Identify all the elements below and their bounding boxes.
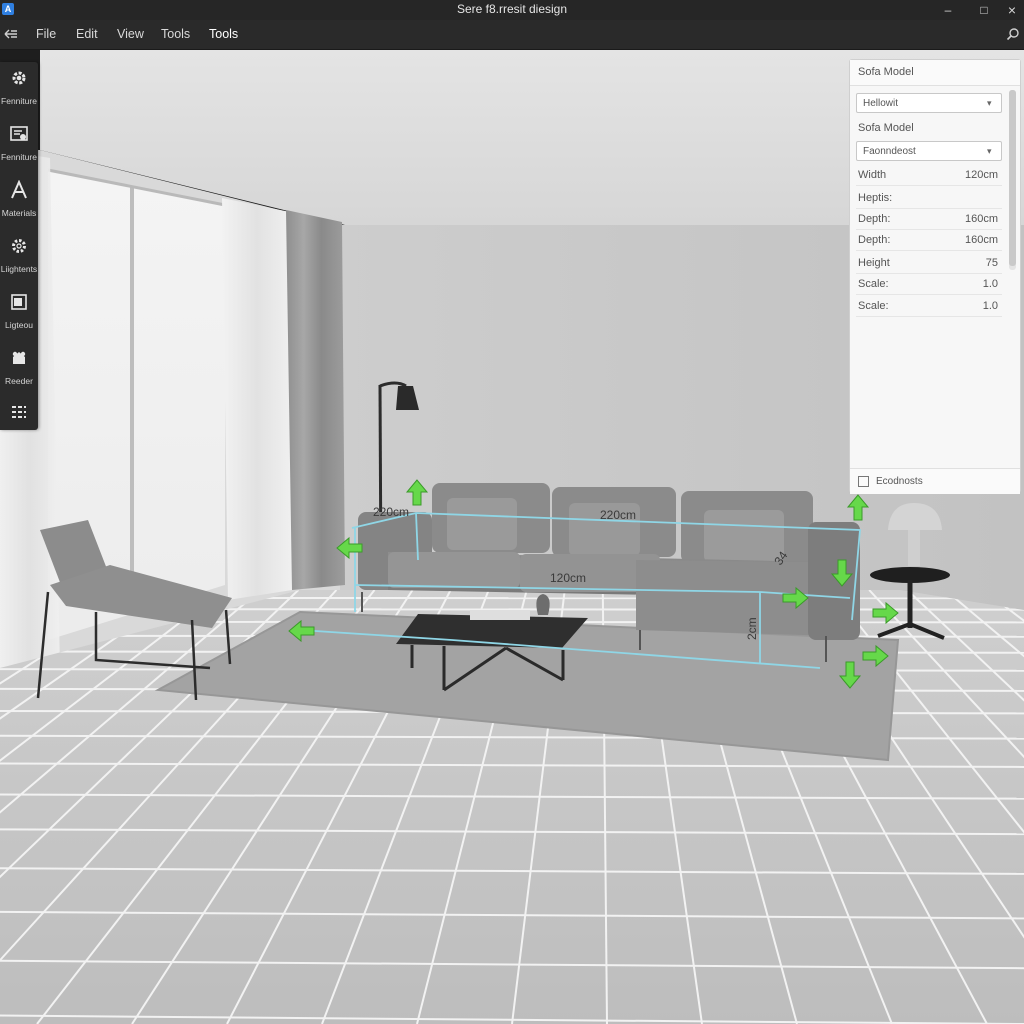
menu-view[interactable]: View [117, 27, 144, 45]
gear-icon [12, 71, 26, 85]
vase [536, 594, 550, 615]
prop-value[interactable]: 1.0 [983, 278, 998, 290]
settings-icon [12, 239, 26, 253]
panel-icon [10, 126, 28, 141]
tool-furniture-label: Fenniture [1, 96, 37, 106]
dimension-label-depth: 120cm [550, 571, 586, 585]
table-lamp-base [908, 530, 920, 566]
throw-pillow-3 [704, 510, 784, 562]
dimension-label-width: 220cm [600, 508, 636, 522]
app-window: A Sere f8.rresit diesign – □ × File Edit… [0, 0, 1024, 1024]
dimension-label-height: 220cm [373, 505, 409, 519]
prop-key: Width [858, 169, 887, 181]
menu-tools-active[interactable]: Tools [209, 27, 238, 45]
properties-scrollbar[interactable] [1009, 90, 1016, 270]
close-button[interactable]: × [1002, 1, 1022, 19]
model-select-value: Hellowit [863, 98, 899, 109]
tool-layers[interactable] [0, 396, 38, 450]
prop-value[interactable]: 120cm [965, 169, 998, 181]
tool-furniture-2-label: Fenniture [1, 152, 37, 162]
tool-lighting-label: Liightents [0, 264, 38, 274]
properties-panel: Sofa Model Hellowit ▾ Sofa Model Faonnde… [849, 59, 1021, 494]
prop-key: Scale: [858, 278, 889, 290]
menu-bar: File Edit View Tools Tools [0, 20, 1024, 69]
tool-furniture[interactable]: Fenniture [0, 62, 38, 116]
minimize-button[interactable]: – [938, 1, 958, 19]
properties-footer[interactable]: Ecodnosts [850, 468, 1020, 494]
letter-a-icon [11, 180, 27, 199]
render-icon [12, 351, 26, 364]
properties-scroll-thumb[interactable] [1009, 90, 1016, 266]
prop-row-heptis[interactable]: Heptis: [856, 188, 1002, 209]
prop-key: Height [858, 257, 890, 269]
prop-row-width[interactable]: Width 120cm [856, 165, 1002, 186]
prop-key: Scale: [858, 300, 889, 312]
prop-row-depth[interactable]: Depth: 160cm [856, 209, 1002, 230]
model-select[interactable]: Hellowit ▾ [856, 93, 1002, 113]
sofa-right-arm [808, 522, 860, 640]
seat-cushion-1 [388, 552, 520, 588]
prop-value[interactable]: 1.0 [983, 300, 998, 312]
material-select-value: Faonndeost [863, 146, 916, 157]
prop-value[interactable]: 160cm [965, 234, 998, 246]
prop-value[interactable]: 75 [986, 257, 998, 269]
prop-key: Depth: [858, 213, 891, 225]
search-icon[interactable] [1006, 27, 1020, 41]
grey-drape [286, 210, 345, 590]
chevron-down-icon: ▾ [987, 146, 992, 156]
menu-file[interactable]: File [36, 27, 56, 45]
prop-row-height[interactable]: Height 75 [856, 253, 1002, 274]
prop-key: Depth: [858, 234, 891, 246]
chevron-down-icon: ▾ [987, 98, 992, 108]
magazine-stack [470, 610, 530, 620]
tool-lighting[interactable]: Liightents [0, 230, 38, 284]
throw-pillow-1 [447, 498, 517, 550]
checkbox-icon[interactable] [858, 476, 869, 487]
window-title: Sere f8.rresit diesign [456, 2, 568, 16]
dimension-label-small: 2cm [745, 617, 759, 640]
title-bar: A Sere f8.rresit diesign – □ × [0, 0, 1024, 20]
properties-header: Sofa Model [850, 60, 1020, 86]
layers-icon [12, 406, 26, 418]
prop-value[interactable]: 160cm [965, 213, 998, 225]
window-icon [11, 294, 27, 310]
back-arrow-icon[interactable] [3, 26, 19, 42]
material-select[interactable]: Faonndeost ▾ [856, 141, 1002, 161]
tool-furniture-2[interactable]: Fenniture [0, 118, 38, 172]
properties-footer-label: Ecodnosts [876, 476, 923, 487]
prop-key: Heptis: [858, 192, 893, 204]
tool-render-label: Reeder [5, 376, 33, 386]
prop-row-scale[interactable]: Scale: 1.0 [856, 274, 1002, 295]
menu-edit[interactable]: Edit [76, 27, 98, 45]
prop-row-scale-2[interactable]: Scale: 1.0 [856, 296, 1002, 317]
properties-title: Sofa Model [858, 66, 914, 78]
left-toolbar: Fenniture Fenniture Materials Liightents [0, 62, 38, 430]
menu-tools[interactable]: Tools [161, 27, 190, 45]
sheer-curtain-right [222, 198, 292, 600]
prop-row-depth-2[interactable]: Depth: 160cm [856, 230, 1002, 251]
tool-layout[interactable]: Ligteou [0, 286, 38, 340]
maximize-button[interactable]: □ [974, 1, 994, 19]
back-arrow-glyph [4, 29, 17, 39]
tool-render[interactable]: Reeder [0, 342, 38, 396]
properties-subtitle: Sofa Model [858, 122, 914, 134]
tool-materials[interactable]: Materials [0, 174, 38, 228]
tool-layout-label: Ligteou [5, 320, 33, 330]
tool-materials-label: Materials [1, 208, 37, 218]
